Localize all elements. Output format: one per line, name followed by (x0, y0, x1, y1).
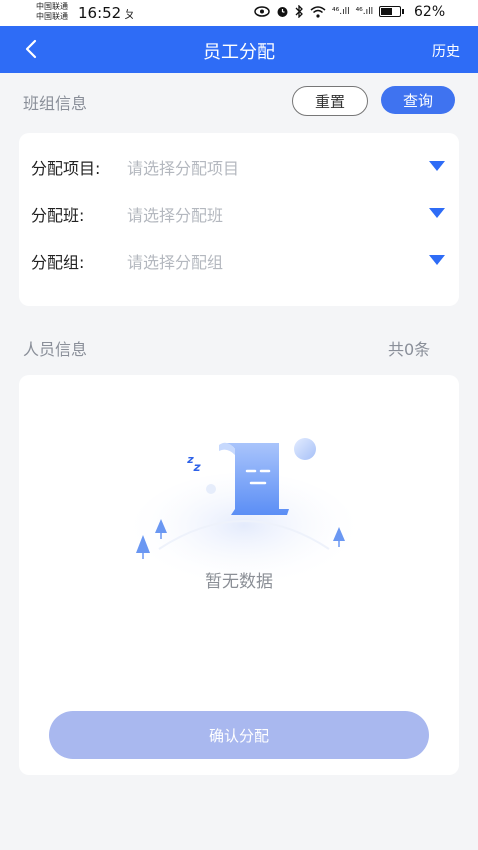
status-bar: 中国联通 中国联通 16:52 ㄆ ⁴⁶.ıll ⁴⁶.ıll 62% (0, 0, 478, 26)
battery-fill (381, 8, 392, 15)
clock: 16:52 (78, 4, 122, 22)
app-header: 员工分配 历史 (0, 26, 478, 73)
alarm-icon (277, 7, 288, 17)
carrier-2: 中国联通 (36, 12, 68, 21)
team-info-label: 班组信息 (23, 94, 88, 113)
filter-form-card: 分配项目: 请选择分配项目 分配班: 请选择分配班 分配组: 请选择分配组 (19, 133, 459, 306)
wifi-icon (310, 5, 326, 18)
page-title: 员工分配 (203, 42, 275, 63)
carrier-1: 中国联通 (36, 2, 68, 11)
eye-icon (254, 6, 270, 17)
dropdown-triangle-icon[interactable] (429, 161, 445, 171)
record-count: 共0条 (388, 340, 431, 359)
dropdown-triangle-icon[interactable] (429, 255, 445, 265)
staff-info-label: 人员信息 (23, 340, 88, 359)
shift-placeholder: 请选择分配班 (127, 206, 224, 225)
history-button[interactable]: 历史 (432, 41, 460, 61)
group-label: 分配组: (31, 253, 85, 272)
notification-icon: ㄆ (124, 8, 135, 21)
group-placeholder: 请选择分配组 (127, 253, 224, 272)
svg-text:z: z (192, 460, 202, 474)
group-select[interactable]: 分配组: 请选择分配组 (19, 245, 459, 275)
reset-button[interactable]: 重置 (292, 86, 368, 116)
dropdown-triangle-icon[interactable] (429, 208, 445, 218)
status-icons: ⁴⁶.ıll ⁴⁶.ıll (254, 5, 405, 18)
battery-icon (379, 6, 405, 17)
shift-label: 分配班: (31, 206, 85, 225)
battery-percent: 62% (414, 4, 446, 20)
staff-list-card: z z 暂无数据 确认分配 (19, 375, 459, 775)
signal-icon-2: ⁴⁶.ıll (355, 6, 374, 17)
carrier-info: 中国联通 中国联通 (36, 2, 68, 22)
project-placeholder: 请选择分配项目 (127, 159, 240, 178)
confirm-assign-button[interactable]: 确认分配 (49, 711, 429, 759)
project-select[interactable]: 分配项目: 请选择分配项目 (19, 151, 459, 181)
bluetooth-icon (295, 5, 303, 18)
project-label: 分配项目: (31, 159, 101, 178)
query-button[interactable]: 查询 (381, 86, 455, 114)
signal-icon-1: ⁴⁶.ıll (332, 6, 350, 17)
empty-state-text: 暂无数据 (205, 572, 273, 592)
shift-select[interactable]: 分配班: 请选择分配班 (19, 198, 459, 228)
